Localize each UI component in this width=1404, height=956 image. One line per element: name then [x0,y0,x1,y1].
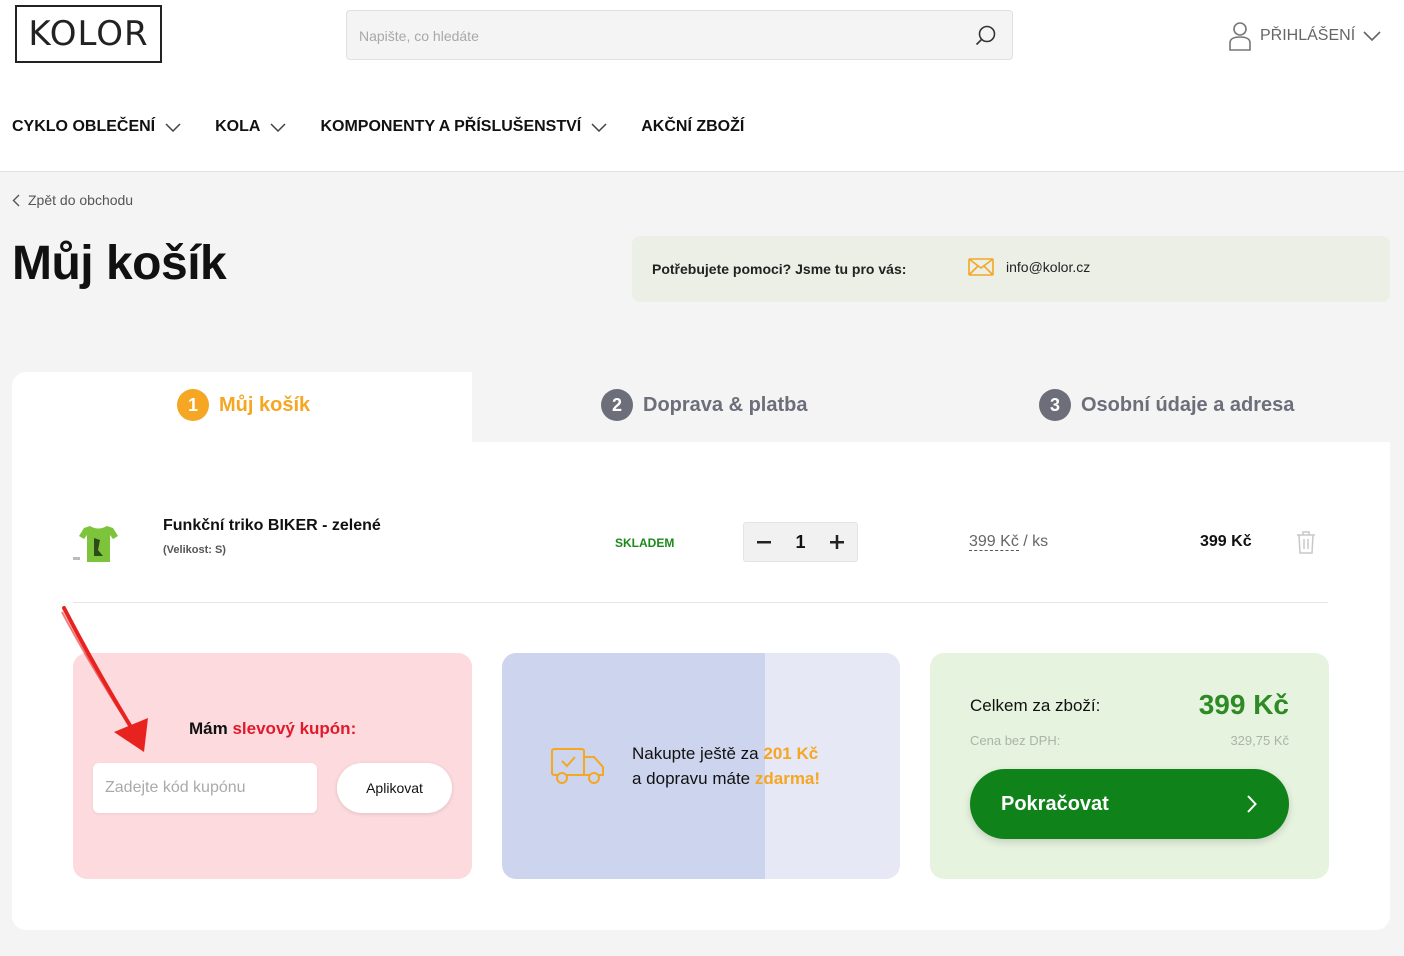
back-link-label: Zpět do obchodu [28,192,134,208]
help-email: info@kolor.cz [1006,259,1091,275]
page-title: Můj košík [12,237,227,290]
product-name[interactable]: Funkční triko BIKER - zelené [163,517,381,535]
nav-item-label: KOMPONENTY A PŘÍSLUŠENSTVÍ [320,118,582,135]
chevron-left-icon [12,194,20,206]
quantity-value[interactable]: 1 [795,532,805,553]
step-label: Doprava & platba [643,393,808,416]
unit-price-value: 399 Kč [969,533,1019,551]
summary-vat-label: Cena bez DPH: [970,733,1061,748]
chevron-down-icon [591,122,607,132]
step-label: Můj košík [219,393,311,416]
product-variant: (Velikost: S) [163,544,226,556]
coupon-code-input[interactable] [93,763,317,813]
help-box: Potřebujete pomoci? Jsme tu pro vás: inf… [632,236,1390,302]
search-input[interactable] [359,23,959,49]
free-shipping-highlight: zdarma! [754,769,821,788]
help-text: Potřebujete pomoci? Jsme tu pro vás: [652,261,907,277]
site-header: KOLOR PŘIHLÁŠENÍ CYKLO OBLEČENÍ KOLA KOM… [0,0,1404,172]
step-personal-details[interactable]: 3 Osobní údaje a adresa [1039,389,1294,421]
summary-total: 399 Kč [1198,689,1289,720]
chevron-down-icon [165,122,181,132]
continue-label: Pokračovat [1001,792,1109,815]
chevron-down-icon [270,122,286,132]
step-my-cart[interactable]: 1 Můj košík [177,389,310,421]
plus-icon [829,535,844,549]
free-shipping-text: Nakupte ještě za 201 Kč a dopravu máte z… [632,741,820,791]
main-nav: CYKLO OBLEČENÍ KOLA KOMPONENTY A PŘÍSLUŠ… [12,118,778,136]
free-shipping-line-1: Nakupte ještě za 201 Kč [632,741,820,766]
search-bar [346,10,1013,60]
unit-price-suffix: / ks [1023,533,1049,550]
nav-item-komponenty[interactable]: KOMPONENTY A PŘÍSLUŠENSTVÍ [320,118,607,136]
item-total-price: 399 Kč [1200,533,1252,550]
back-to-shop-link[interactable]: Zpět do obchodu [12,192,133,208]
trash-icon[interactable] [1296,530,1316,554]
step-number: 1 [177,389,209,421]
stock-status: SKLADEM [615,536,675,550]
search-icon[interactable] [974,24,998,48]
chevron-down-icon [1363,31,1381,41]
coupon-title: Mám slevový kupón: [189,719,356,739]
increase-quantity-button[interactable] [827,532,847,552]
free-shipping-line-2: a dopravu máte zdarma! [632,766,820,791]
coupon-title-prefix: Mám [189,719,233,738]
unit-price: 399 Kč / ks [969,533,1048,551]
minus-icon [757,541,771,544]
help-email-link[interactable]: info@kolor.cz [968,258,1090,276]
continue-button[interactable]: Pokračovat [970,769,1289,839]
order-summary-box: Celkem za zboží: 399 Kč Cena bez DPH: 32… [930,653,1329,879]
nav-item-akcni-zbozi[interactable]: AKČNÍ ZBOŽÍ [641,118,744,136]
annotation-arrow [61,606,148,752]
quantity-stepper: 1 [743,522,858,562]
free-shipping-box: Nakupte ještě za 201 Kč a dopravu máte z… [502,653,900,879]
apply-coupon-button[interactable]: Aplikovat [337,763,452,813]
decrease-quantity-button[interactable] [754,532,774,552]
login-menu[interactable]: PŘIHLÁŠENÍ [1228,20,1381,52]
divider [73,602,1328,603]
free-shipping-prefix: Nakupte ještě za [632,744,764,763]
free-shipping-amount: 201 Kč [763,744,819,763]
step-number: 2 [601,389,633,421]
user-icon [1229,22,1251,51]
chevron-right-icon [1247,795,1257,813]
coupon-title-highlight: slevový kupón: [232,719,357,738]
nav-item-label: AKČNÍ ZBOŽÍ [641,118,745,135]
product-image[interactable] [70,516,126,572]
step-label: Osobní údaje a adresa [1081,393,1295,416]
logo[interactable]: KOLOR [15,5,162,63]
summary-label: Celkem za zboží: [970,696,1101,715]
nav-item-label: KOLA [215,118,261,135]
step-shipping-payment[interactable]: 2 Doprava & platba [601,389,807,421]
free-shipping-prefix-2: a dopravu máte [632,769,755,788]
step-number: 3 [1039,389,1071,421]
nav-item-label: CYKLO OBLEČENÍ [12,118,156,135]
summary-vat-value: 329,75 Kč [1230,733,1289,748]
nav-item-kola[interactable]: KOLA [215,118,286,136]
delivery-truck-icon [551,748,604,784]
login-label: PŘIHLÁŠENÍ [1260,27,1356,44]
nav-item-cyklo-obleceni[interactable]: CYKLO OBLEČENÍ [12,118,181,136]
envelope-icon [968,258,994,276]
